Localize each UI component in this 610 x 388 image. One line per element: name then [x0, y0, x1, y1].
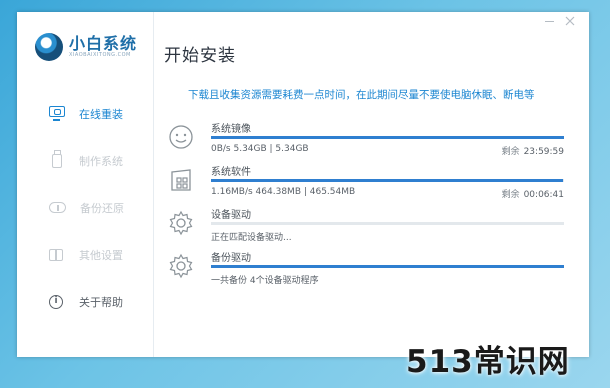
sidebar-item-label: 备份还原 [80, 201, 124, 215]
task-backup-driver: 备份驱动 一共备份 4个设备驱动程序 [168, 249, 568, 295]
progress-fill [211, 136, 564, 139]
main-panel: 开始安装 下载且收集资源需要耗费一点时间，在此期间尽量不要使电脑休眠、断电等 系… [154, 12, 589, 357]
progress-fill [211, 265, 564, 268]
task-system-image: 系统镜像 0B/s 5.34GB | 5.34GB 剩余 23:59:59 [168, 120, 568, 166]
sidebar-item-other-settings[interactable]: 其他设置 [17, 231, 154, 278]
progress-bar [211, 136, 564, 139]
progress-bar [211, 222, 564, 225]
gear-icon [169, 210, 193, 236]
sidebar-item-label: 制作系统 [79, 154, 123, 168]
task-detail: 正在匹配设备驱动... [211, 233, 292, 243]
notice-text: 下载且收集资源需要耗费一点时间，在此期间尽量不要使电脑休眠、断电等 [188, 89, 535, 101]
task-name: 设备驱动 [211, 210, 251, 221]
progress-bar [211, 179, 564, 182]
remaining-label: 剩余 [501, 147, 520, 157]
remaining-label: 剩余 [501, 190, 520, 200]
sidebar-item-label: 其他设置 [79, 248, 123, 262]
progress-bar [211, 265, 564, 268]
task-system-software: 系统软件 1.16MB/s 464.38MB | 465.54MB 剩余 00:0… [168, 163, 568, 209]
gear-icon [169, 253, 193, 279]
brand-subtitle: XIAOBAIXITONG.COM [69, 52, 131, 58]
task-name: 备份驱动 [211, 253, 251, 264]
grid-settings-icon [49, 248, 63, 261]
task-detail: 0B/s 5.34GB | 5.34GB [211, 144, 309, 154]
installer-window: 小白系统 XIAOBAIXITONG.COM 在线重装 制作系统 备份还原 其他… [17, 12, 589, 357]
sidebar-item-about-help[interactable]: i 关于帮助 [17, 278, 154, 325]
cloud-backup-icon [49, 202, 66, 213]
page-title: 开始安装 [164, 46, 236, 66]
task-device-driver: 设备驱动 正在匹配设备驱动... [168, 206, 568, 252]
task-detail: 1.16MB/s 464.38MB | 465.54MB [211, 187, 356, 197]
minimize-button[interactable] [545, 16, 555, 26]
brand-logo: 小白系统 XIAOBAIXITONG.COM [35, 30, 150, 66]
monitor-icon [49, 106, 65, 121]
brand-name: 小白系统 [69, 34, 138, 53]
sidebar: 小白系统 XIAOBAIXITONG.COM 在线重装 制作系统 备份还原 其他… [17, 12, 154, 357]
apps-icon [171, 169, 191, 191]
remaining-time: 00:06:41 [523, 190, 564, 200]
task-detail: 一共备份 4个设备驱动程序 [211, 276, 319, 286]
watermark-text: 513常识网 [406, 344, 570, 380]
sidebar-nav: 在线重装 制作系统 备份还原 其他设置 i 关于帮助 [17, 90, 154, 325]
smiley-icon [169, 125, 193, 149]
remaining-time: 23:59:59 [523, 147, 564, 157]
info-icon: i [49, 294, 63, 309]
sidebar-item-label: 关于帮助 [79, 295, 123, 309]
sidebar-item-backup-restore[interactable]: 备份还原 [17, 184, 154, 231]
close-icon [565, 16, 575, 26]
task-name: 系统镜像 [211, 124, 251, 135]
progress-fill [211, 179, 564, 182]
task-remaining: 剩余 23:59:59 [502, 144, 564, 157]
sidebar-item-online-reinstall[interactable]: 在线重装 [17, 90, 154, 137]
usb-drive-icon [52, 149, 62, 168]
task-name: 系统软件 [211, 167, 251, 178]
close-button[interactable] [565, 16, 575, 26]
logo-badge-icon [35, 33, 63, 61]
sidebar-item-make-system[interactable]: 制作系统 [17, 137, 154, 184]
task-remaining: 剩余 00:06:41 [502, 187, 564, 200]
sidebar-item-label: 在线重装 [79, 107, 123, 121]
